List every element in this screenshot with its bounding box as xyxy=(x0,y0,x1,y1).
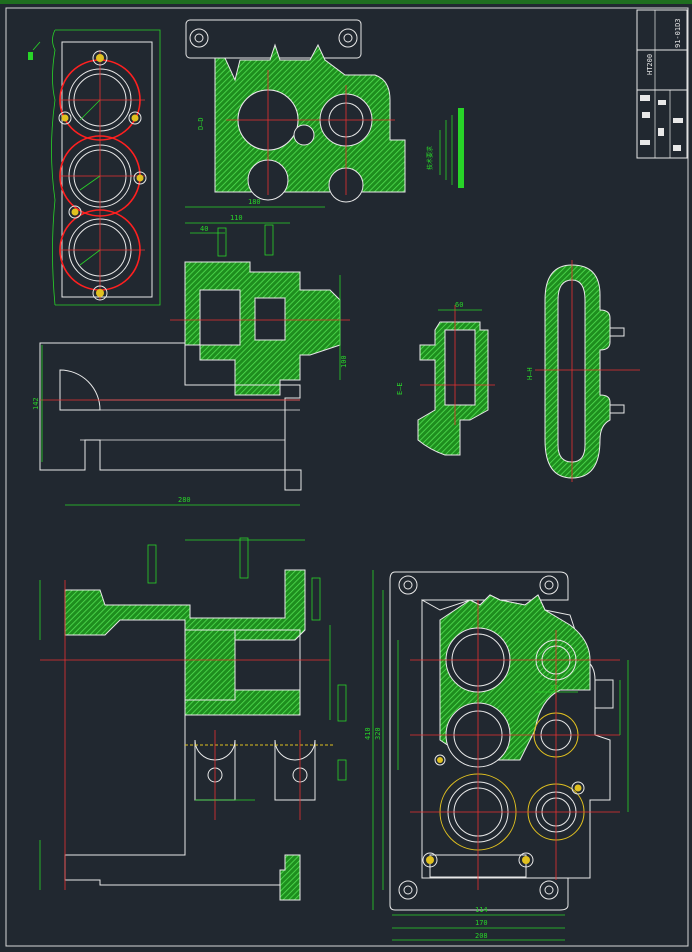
drawing-number: 91-01D3 xyxy=(674,18,682,48)
dim-142: 142 xyxy=(32,397,40,410)
section-e-e-label: E—E xyxy=(396,382,404,395)
tol-frame-2 xyxy=(264,224,274,256)
section-h-h: H—H xyxy=(526,260,640,482)
dim-280: 280 xyxy=(178,496,191,504)
cad-drawing-canvas: HT200 91-01D3 D—D 技术要求 180 110 40 280 14… xyxy=(0,0,692,947)
material-label: HT200 xyxy=(646,54,654,75)
dim-208: 208 xyxy=(475,932,488,940)
dim-170: 170 xyxy=(475,919,488,927)
tol-frame-5 xyxy=(311,577,321,621)
drawing-border-top xyxy=(0,0,692,4)
tol-frame-3 xyxy=(147,544,157,584)
section-d-d: D—D xyxy=(185,19,406,203)
tol-frame-4 xyxy=(239,537,249,579)
dim-100: 100 xyxy=(340,355,348,368)
section-h-h-label: H—H xyxy=(526,367,534,380)
technical-notes: 技术要求 xyxy=(426,108,464,188)
dim-320: 320 xyxy=(374,727,382,740)
top-view-bores xyxy=(28,29,161,306)
dim-40: 40 xyxy=(200,225,208,233)
tol-frame-7 xyxy=(337,759,347,781)
section-d-d-label: D—D xyxy=(197,117,205,130)
tol-frame-6 xyxy=(337,684,347,722)
dim-410: 410 xyxy=(364,727,372,740)
dim-180: 180 xyxy=(248,198,261,206)
tol-frame-1 xyxy=(217,227,227,257)
title-block: HT200 91-01D3 xyxy=(636,9,688,159)
side-section xyxy=(39,537,347,901)
dim-80: 80 xyxy=(550,684,558,692)
front-section: 180 110 40 280 142 100 xyxy=(32,198,350,506)
dim-114: 114 xyxy=(475,906,488,914)
notes-heading: 技术要求 xyxy=(426,146,434,170)
section-e-e: 60 E—E xyxy=(396,301,495,456)
dim-110: 110 xyxy=(230,214,243,222)
bottom-top-view: 114 170 208 410 320 80 xyxy=(364,570,629,941)
dim-60: 60 xyxy=(455,301,463,309)
